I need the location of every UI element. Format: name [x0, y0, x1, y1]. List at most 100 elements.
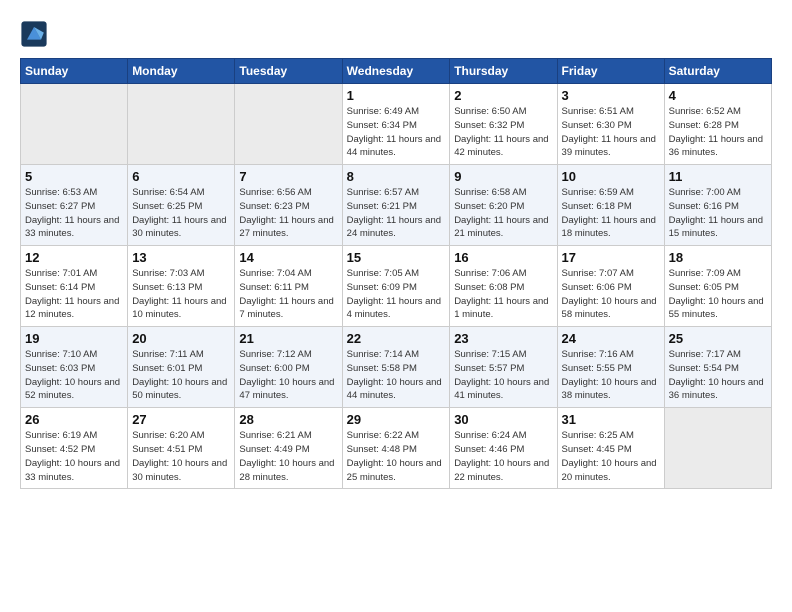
day-cell: 23 Sunrise: 7:15 AM Sunset: 5:57 PM Dayli…: [450, 327, 557, 408]
day-number: 8: [347, 169, 446, 184]
day-number: 19: [25, 331, 123, 346]
day-number: 16: [454, 250, 552, 265]
day-info: Sunrise: 7:01 AM Sunset: 6:14 PM Dayligh…: [25, 267, 123, 322]
day-cell: 2 Sunrise: 6:50 AM Sunset: 6:32 PM Daylig…: [450, 84, 557, 165]
day-cell: 24Sunrise: 7:16 AM Sunset: 5:55 PM Dayli…: [557, 327, 664, 408]
day-info: Sunrise: 6:22 AM Sunset: 4:48 PM Dayligh…: [347, 429, 446, 484]
day-cell: [128, 84, 235, 165]
day-number: 10: [562, 169, 660, 184]
day-cell: 27 Sunrise: 6:20 AM Sunset: 4:51 PM Dayli…: [128, 408, 235, 489]
day-cell: 22Sunrise: 7:14 AM Sunset: 5:58 PM Dayli…: [342, 327, 450, 408]
day-cell: 15 Sunrise: 7:05 AM Sunset: 6:09 PM Dayli…: [342, 246, 450, 327]
day-info: Sunrise: 7:06 AM Sunset: 6:08 PM Dayligh…: [454, 267, 552, 322]
day-info: Sunrise: 6:57 AM Sunset: 6:21 PM Dayligh…: [347, 186, 446, 241]
day-cell: 26 Sunrise: 6:19 AM Sunset: 4:52 PM Dayli…: [21, 408, 128, 489]
day-number: 20: [132, 331, 230, 346]
weekday-header-tuesday: Tuesday: [235, 59, 342, 84]
day-cell: 18 Sunrise: 7:09 AM Sunset: 6:05 PM Dayli…: [664, 246, 771, 327]
week-row-3: 12 Sunrise: 7:01 AM Sunset: 6:14 PM Dayli…: [21, 246, 772, 327]
day-number: 25: [669, 331, 767, 346]
day-info: Sunrise: 6:25 AM Sunset: 4:45 PM Dayligh…: [562, 429, 660, 484]
week-row-1: 1 Sunrise: 6:49 AM Sunset: 6:34 PM Daylig…: [21, 84, 772, 165]
day-info: Sunrise: 7:07 AM Sunset: 6:06 PM Dayligh…: [562, 267, 660, 322]
day-info: Sunrise: 6:52 AM Sunset: 6:28 PM Dayligh…: [669, 105, 767, 160]
day-info: Sunrise: 6:19 AM Sunset: 4:52 PM Dayligh…: [25, 429, 123, 484]
day-cell: 17 Sunrise: 7:07 AM Sunset: 6:06 PM Dayli…: [557, 246, 664, 327]
day-number: 21: [239, 331, 337, 346]
day-cell: 10 Sunrise: 6:59 AM Sunset: 6:18 PM Dayli…: [557, 165, 664, 246]
day-number: 22: [347, 331, 446, 346]
day-info: Sunrise: 6:53 AM Sunset: 6:27 PM Dayligh…: [25, 186, 123, 241]
day-info: Sunrise: 7:09 AM Sunset: 6:05 PM Dayligh…: [669, 267, 767, 322]
day-number: 26: [25, 412, 123, 427]
day-cell: 9 Sunrise: 6:58 AM Sunset: 6:20 PM Daylig…: [450, 165, 557, 246]
day-cell: 28Sunrise: 6:21 AM Sunset: 4:49 PM Dayli…: [235, 408, 342, 489]
weekday-header-friday: Friday: [557, 59, 664, 84]
day-cell: 11Sunrise: 7:00 AM Sunset: 6:16 PM Dayli…: [664, 165, 771, 246]
day-info: Sunrise: 6:49 AM Sunset: 6:34 PM Dayligh…: [347, 105, 446, 160]
day-cell: 4 Sunrise: 6:52 AM Sunset: 6:28 PM Daylig…: [664, 84, 771, 165]
weekday-header-wednesday: Wednesday: [342, 59, 450, 84]
day-cell: 7 Sunrise: 6:56 AM Sunset: 6:23 PM Daylig…: [235, 165, 342, 246]
day-number: 30: [454, 412, 552, 427]
day-cell: 29 Sunrise: 6:22 AM Sunset: 4:48 PM Dayli…: [342, 408, 450, 489]
weekday-header-row: SundayMondayTuesdayWednesdayThursdayFrid…: [21, 59, 772, 84]
logo-icon: [20, 20, 48, 48]
day-cell: 20 Sunrise: 7:11 AM Sunset: 6:01 PM Dayli…: [128, 327, 235, 408]
day-info: Sunrise: 6:24 AM Sunset: 4:46 PM Dayligh…: [454, 429, 552, 484]
day-info: Sunrise: 7:15 AM Sunset: 5:57 PM Dayligh…: [454, 348, 552, 403]
day-info: Sunrise: 6:56 AM Sunset: 6:23 PM Dayligh…: [239, 186, 337, 241]
day-number: 1: [347, 88, 446, 103]
day-info: Sunrise: 6:59 AM Sunset: 6:18 PM Dayligh…: [562, 186, 660, 241]
weekday-header-monday: Monday: [128, 59, 235, 84]
day-info: Sunrise: 6:21 AM Sunset: 4:49 PM Dayligh…: [239, 429, 337, 484]
day-cell: 12 Sunrise: 7:01 AM Sunset: 6:14 PM Dayli…: [21, 246, 128, 327]
day-cell: 8 Sunrise: 6:57 AM Sunset: 6:21 PM Daylig…: [342, 165, 450, 246]
day-number: 4: [669, 88, 767, 103]
day-number: 5: [25, 169, 123, 184]
day-cell: 21 Sunrise: 7:12 AM Sunset: 6:00 PM Dayli…: [235, 327, 342, 408]
day-info: Sunrise: 6:20 AM Sunset: 4:51 PM Dayligh…: [132, 429, 230, 484]
day-info: Sunrise: 6:50 AM Sunset: 6:32 PM Dayligh…: [454, 105, 552, 160]
day-info: Sunrise: 7:12 AM Sunset: 6:00 PM Dayligh…: [239, 348, 337, 403]
day-cell: 13 Sunrise: 7:03 AM Sunset: 6:13 PM Dayli…: [128, 246, 235, 327]
day-cell: 30 Sunrise: 6:24 AM Sunset: 4:46 PM Dayli…: [450, 408, 557, 489]
day-number: 31: [562, 412, 660, 427]
page-header: [20, 20, 772, 48]
day-number: 15: [347, 250, 446, 265]
day-number: 2: [454, 88, 552, 103]
day-number: 18: [669, 250, 767, 265]
day-cell: 6Sunrise: 6:54 AM Sunset: 6:25 PM Daylig…: [128, 165, 235, 246]
day-info: Sunrise: 7:17 AM Sunset: 5:54 PM Dayligh…: [669, 348, 767, 403]
day-cell: 31 Sunrise: 6:25 AM Sunset: 4:45 PM Dayli…: [557, 408, 664, 489]
day-number: 23: [454, 331, 552, 346]
day-info: Sunrise: 6:58 AM Sunset: 6:20 PM Dayligh…: [454, 186, 552, 241]
day-number: 9: [454, 169, 552, 184]
day-info: Sunrise: 7:03 AM Sunset: 6:13 PM Dayligh…: [132, 267, 230, 322]
day-number: 14: [239, 250, 337, 265]
week-row-4: 19Sunrise: 7:10 AM Sunset: 6:03 PM Dayli…: [21, 327, 772, 408]
day-number: 17: [562, 250, 660, 265]
day-number: 12: [25, 250, 123, 265]
weekday-header-sunday: Sunday: [21, 59, 128, 84]
day-info: Sunrise: 7:00 AM Sunset: 6:16 PM Dayligh…: [669, 186, 767, 241]
day-cell: 14 Sunrise: 7:04 AM Sunset: 6:11 PM Dayli…: [235, 246, 342, 327]
day-info: Sunrise: 7:04 AM Sunset: 6:11 PM Dayligh…: [239, 267, 337, 322]
weekday-header-thursday: Thursday: [450, 59, 557, 84]
day-cell: 3 Sunrise: 6:51 AM Sunset: 6:30 PM Daylig…: [557, 84, 664, 165]
logo: [20, 20, 50, 48]
day-info: Sunrise: 6:51 AM Sunset: 6:30 PM Dayligh…: [562, 105, 660, 160]
day-cell: 1 Sunrise: 6:49 AM Sunset: 6:34 PM Daylig…: [342, 84, 450, 165]
day-info: Sunrise: 7:16 AM Sunset: 5:55 PM Dayligh…: [562, 348, 660, 403]
day-number: 29: [347, 412, 446, 427]
day-cell: [21, 84, 128, 165]
day-number: 13: [132, 250, 230, 265]
day-number: 3: [562, 88, 660, 103]
day-cell: 19Sunrise: 7:10 AM Sunset: 6:03 PM Dayli…: [21, 327, 128, 408]
day-info: Sunrise: 7:11 AM Sunset: 6:01 PM Dayligh…: [132, 348, 230, 403]
day-info: Sunrise: 7:05 AM Sunset: 6:09 PM Dayligh…: [347, 267, 446, 322]
day-number: 27: [132, 412, 230, 427]
day-info: Sunrise: 6:54 AM Sunset: 6:25 PM Dayligh…: [132, 186, 230, 241]
day-cell: [664, 408, 771, 489]
day-number: 7: [239, 169, 337, 184]
